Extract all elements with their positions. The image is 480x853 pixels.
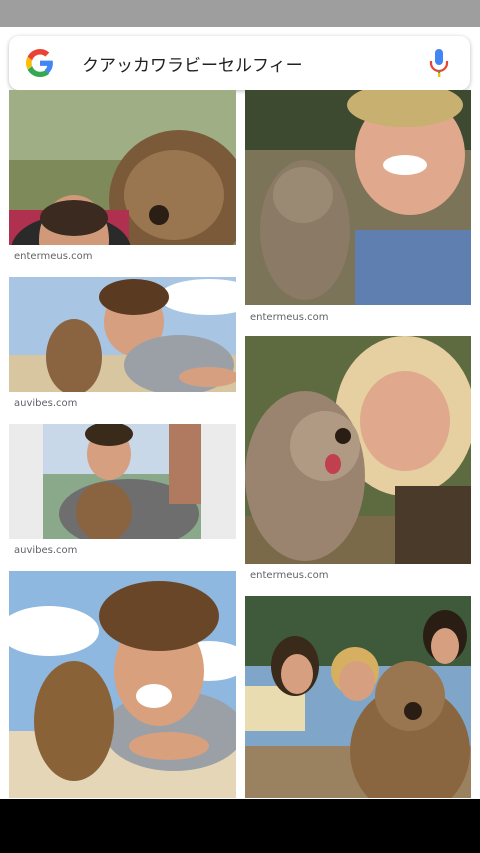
system-navigation-bar xyxy=(0,799,480,853)
result-source-3[interactable]: auvibes.com xyxy=(14,545,77,556)
result-image-1[interactable] xyxy=(9,90,236,245)
result-image-5[interactable] xyxy=(245,90,471,305)
microphone-icon[interactable] xyxy=(429,49,449,77)
result-image-6[interactable] xyxy=(245,336,471,564)
result-source-1[interactable]: entermeus.com xyxy=(14,251,92,262)
status-bar xyxy=(0,0,480,27)
result-source-5[interactable]: entermeus.com xyxy=(250,312,328,323)
search-bar[interactable]: クアッカワラビーセルフィー xyxy=(9,36,470,90)
search-query-text[interactable]: クアッカワラビーセルフィー xyxy=(82,51,303,76)
result-image-4[interactable] xyxy=(9,571,236,798)
result-image-2[interactable] xyxy=(9,277,236,392)
result-source-2[interactable]: auvibes.com xyxy=(14,398,77,409)
result-image-7[interactable] xyxy=(245,596,471,798)
google-g-icon xyxy=(26,49,53,77)
result-image-3[interactable] xyxy=(9,424,236,539)
result-source-6[interactable]: entermeus.com xyxy=(250,570,328,581)
